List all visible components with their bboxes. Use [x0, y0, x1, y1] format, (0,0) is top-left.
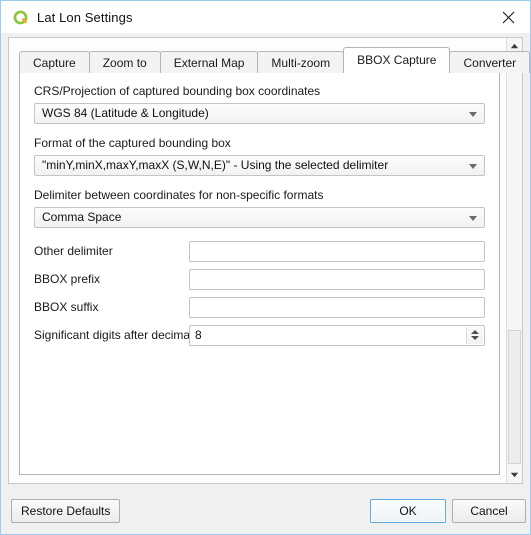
dialog-footer: Restore Defaults OK Cancel: [1, 490, 530, 534]
close-button[interactable]: [486, 1, 530, 33]
delimiter-value: Comma Space: [42, 210, 122, 224]
lat-lon-settings-dialog: Lat Lon Settings Capture Zoom to Externa…: [0, 0, 531, 535]
other-delimiter-input[interactable]: [189, 240, 485, 262]
spin-up-icon[interactable]: [471, 330, 479, 334]
title-bar: Lat Lon Settings: [1, 1, 530, 33]
tab-converter[interactable]: Converter: [449, 51, 531, 73]
restore-defaults-button[interactable]: Restore Defaults: [11, 499, 121, 523]
window-title: Lat Lon Settings: [37, 9, 133, 25]
significant-digits-label: Significant digits after decimal: [34, 328, 193, 342]
spin-down-icon[interactable]: [471, 336, 479, 340]
tab-zoom-to[interactable]: Zoom to: [88, 51, 161, 73]
vertical-scrollbar[interactable]: [506, 38, 522, 483]
delimiter-combobox[interactable]: Comma Space: [34, 207, 485, 228]
caret-up-icon: [510, 43, 519, 49]
spinbox-buttons[interactable]: [466, 326, 483, 344]
cancel-button[interactable]: Cancel: [452, 499, 526, 523]
dialog-body: Capture Zoom to External Map Multi-zoom …: [1, 33, 531, 490]
tab-strip: Capture Zoom to External Map Multi-zoom …: [19, 47, 531, 73]
other-delimiter-row: Other delimiter: [34, 240, 485, 262]
significant-digits-row: Significant digits after decimal 8: [34, 324, 485, 346]
other-delimiter-label: Other delimiter: [34, 244, 113, 258]
bbox-suffix-input[interactable]: [189, 296, 485, 318]
significant-digits-spinbox[interactable]: 8: [189, 324, 485, 346]
bbox-prefix-label: BBOX prefix: [34, 272, 101, 286]
chevron-down-icon: [469, 215, 477, 221]
tab-capture[interactable]: Capture: [19, 51, 90, 73]
tab-bbox-capture[interactable]: BBOX Capture: [343, 47, 451, 73]
crs-combobox[interactable]: WGS 84 (Latitude & Longitude): [34, 103, 485, 124]
qgis-logo-icon: [12, 9, 29, 26]
bbox-suffix-label: BBOX suffix: [34, 300, 99, 314]
crs-label: CRS/Projection of captured bounding box …: [34, 84, 321, 98]
caret-down-icon: [510, 472, 519, 478]
chevron-down-icon: [469, 111, 477, 117]
tab-label: Capture: [33, 56, 76, 70]
scrollbar-thumb[interactable]: [508, 330, 521, 464]
format-value: "minY,minX,maxY,maxX (S,W,N,E)" - Using …: [42, 158, 389, 172]
tab-label: BBOX Capture: [357, 53, 437, 67]
format-label: Format of the captured bounding box: [34, 136, 231, 150]
close-icon: [502, 11, 514, 23]
tab-label: Multi-zoom: [271, 56, 331, 70]
scroll-down-button[interactable]: [507, 467, 522, 483]
scroll-area: Capture Zoom to External Map Multi-zoom …: [8, 37, 531, 484]
tab-external-map[interactable]: External Map: [159, 51, 259, 73]
tab-label: Zoom to: [102, 56, 147, 70]
format-combobox[interactable]: "minY,minX,maxY,maxX (S,W,N,E)" - Using …: [34, 155, 485, 176]
bbox-prefix-input[interactable]: [189, 268, 485, 290]
bbox-suffix-row: BBOX suffix: [34, 296, 485, 318]
tab-list: Capture Zoom to External Map Multi-zoom …: [19, 47, 531, 73]
crs-value: WGS 84 (Latitude & Longitude): [42, 106, 209, 120]
ok-button[interactable]: OK: [370, 499, 446, 523]
tab-panel-bbox-capture: CRS/Projection of captured bounding box …: [19, 72, 500, 475]
bbox-settings-form: CRS/Projection of captured bounding box …: [20, 73, 499, 346]
delimiter-label: Delimiter between coordinates for non-sp…: [34, 188, 324, 202]
bbox-prefix-row: BBOX prefix: [34, 268, 485, 290]
tab-label: External Map: [173, 56, 245, 70]
chevron-down-icon: [469, 163, 477, 169]
tab-multi-zoom[interactable]: Multi-zoom: [257, 51, 345, 73]
tab-label: Converter: [463, 56, 517, 70]
significant-digits-value: 8: [195, 327, 202, 342]
